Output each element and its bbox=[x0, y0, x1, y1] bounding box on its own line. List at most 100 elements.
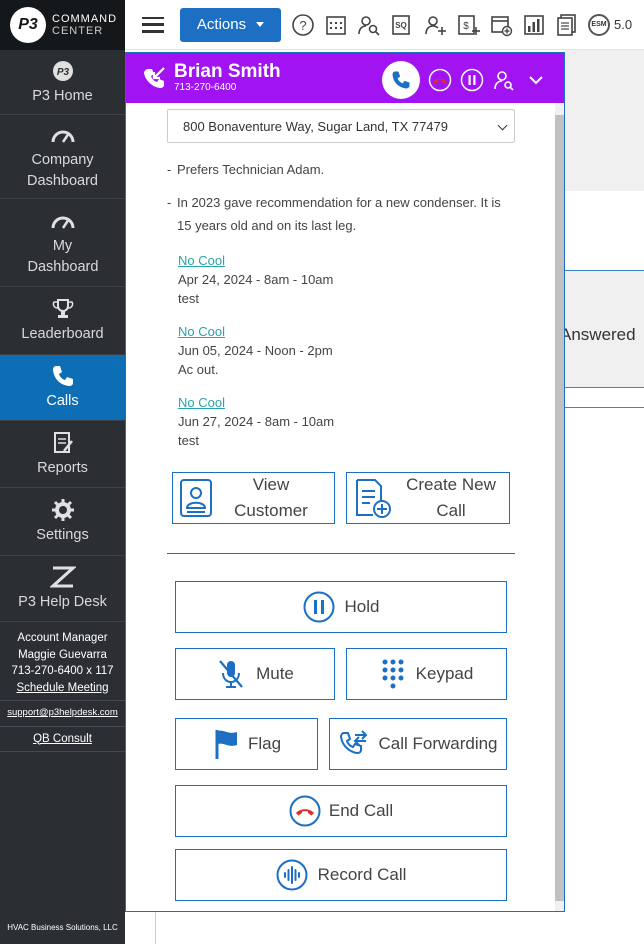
sidebar-item-label: P3 Home bbox=[32, 87, 93, 104]
customer-card-icon bbox=[180, 479, 212, 517]
divider bbox=[0, 725, 125, 727]
audio-wave-icon bbox=[276, 859, 308, 891]
sidebar-item-p3-help-desk[interactable]: P3 Help Desk bbox=[0, 556, 125, 622]
pause-button[interactable] bbox=[460, 68, 484, 92]
account-title: Account Manager bbox=[17, 632, 108, 644]
phone-icon bbox=[392, 71, 410, 89]
end-call-button[interactable]: End Call bbox=[175, 785, 507, 837]
zendesk-icon bbox=[49, 566, 76, 588]
menu-icon[interactable] bbox=[142, 16, 164, 33]
add-invoice-icon[interactable]: $ bbox=[456, 13, 480, 37]
hangup-icon bbox=[289, 795, 321, 827]
topbar: Actions ? SQ $ ESM 5.0 bbox=[125, 0, 644, 50]
support-email-link[interactable]: support@p3helpdesk.com bbox=[0, 705, 125, 722]
logo[interactable]: P3 COMMAND CENTER bbox=[0, 0, 125, 50]
sidebar-item-label: Settings bbox=[36, 527, 89, 543]
view-customer-label: View Customer bbox=[234, 475, 308, 520]
create-new-call-label: Create New Call bbox=[406, 475, 496, 520]
job-history-item: No Cool Apr 24, 2024 - 8am - 10am test bbox=[178, 251, 333, 308]
background-panel bbox=[565, 50, 644, 191]
scrollbar-thumb[interactable] bbox=[555, 115, 564, 901]
answered-label: Answered bbox=[565, 325, 636, 344]
logo-badge: P3 bbox=[10, 7, 46, 43]
job-type-link[interactable]: No Cool bbox=[178, 322, 333, 341]
sidebar-item-leaderboard[interactable]: Leaderboard bbox=[0, 287, 125, 355]
logo-text: COMMAND CENTER bbox=[52, 13, 117, 37]
sidebar-item-label: My Dashboard bbox=[27, 237, 99, 275]
incoming-call-icon bbox=[144, 67, 165, 88]
divider bbox=[0, 751, 125, 752]
user-search-icon[interactable] bbox=[357, 13, 381, 37]
trophy-icon bbox=[52, 299, 73, 318]
note-item: - In 2023 gave recommendation for a new c… bbox=[167, 191, 517, 237]
documents-icon[interactable] bbox=[555, 13, 579, 37]
report-icon bbox=[53, 431, 73, 453]
svg-text:$: $ bbox=[463, 21, 469, 32]
new-call-document-icon bbox=[356, 479, 391, 518]
calendar-icon[interactable] bbox=[324, 13, 348, 37]
sidebar-item-settings[interactable]: Settings bbox=[0, 488, 125, 556]
qb-consult-link[interactable]: QB Consult bbox=[0, 731, 125, 748]
chevron-down-icon[interactable] bbox=[524, 68, 548, 92]
add-user-icon[interactable] bbox=[423, 13, 447, 37]
address-select[interactable]: 800 Bonaventure Way, Sugar Land, TX 7747… bbox=[167, 109, 515, 143]
call-forwarding-label: Call Forwarding bbox=[378, 734, 498, 753]
logo-line2: CENTER bbox=[52, 25, 104, 37]
answer-call-button[interactable] bbox=[382, 61, 420, 99]
sidebar-item-my-dashboard[interactable]: My Dashboard bbox=[0, 199, 125, 287]
create-new-call-button[interactable]: Create New Call bbox=[346, 472, 510, 524]
job-type-link[interactable]: No Cool bbox=[178, 393, 334, 412]
job-history-item: No Cool Jun 05, 2024 - Noon - 2pm Ac out… bbox=[178, 322, 333, 379]
job-desc: Ac out. bbox=[178, 362, 219, 377]
sidebar-item-label: Reports bbox=[37, 459, 88, 476]
call-panel: Brian Smith 713-270-6400 800 Bonaventure… bbox=[125, 52, 565, 912]
end-call-label: End Call bbox=[328, 801, 394, 820]
caller-name: Brian Smith bbox=[174, 61, 281, 82]
job-type-link[interactable]: No Cool bbox=[178, 251, 333, 270]
job-date: Jun 27, 2024 - 8am - 10am bbox=[178, 414, 335, 429]
actions-label: Actions bbox=[196, 16, 247, 33]
sidebar-item-p3-home[interactable]: P3 P3 Home bbox=[0, 50, 125, 115]
gear-icon bbox=[51, 499, 74, 521]
chevron-down-icon bbox=[497, 120, 508, 131]
p3-logo-icon: P3 bbox=[52, 60, 73, 81]
keypad-icon bbox=[382, 659, 404, 689]
view-customer-button[interactable]: View Customer bbox=[172, 472, 335, 524]
note-text: Prefers Technician Adam. bbox=[177, 162, 325, 177]
mic-off-icon bbox=[219, 660, 243, 688]
logo-line1: COMMAND bbox=[52, 13, 118, 25]
user-search-icon[interactable] bbox=[492, 68, 516, 92]
job-desc: test bbox=[178, 433, 199, 448]
record-call-button[interactable]: Record Call bbox=[175, 849, 507, 901]
sidebar-item-calls[interactable]: Calls bbox=[0, 355, 125, 421]
call-forward-icon bbox=[340, 730, 368, 755]
sidebar-item-reports[interactable]: Reports bbox=[0, 421, 125, 488]
pause-icon bbox=[303, 591, 335, 623]
address-value: 800 Bonaventure Way, Sugar Land, TX 7747… bbox=[183, 118, 448, 134]
svg-text:?: ? bbox=[299, 18, 306, 33]
flag-icon bbox=[215, 730, 237, 759]
sidebar-item-label: P3 Help Desk bbox=[18, 594, 107, 610]
search-quote-icon[interactable]: SQ bbox=[390, 13, 414, 37]
sidebar-item-label: Leaderboard bbox=[21, 326, 104, 342]
hold-button[interactable]: Hold bbox=[175, 581, 507, 633]
svg-text:P3: P3 bbox=[56, 67, 69, 78]
mute-button[interactable]: Mute bbox=[175, 648, 335, 700]
background-footer bbox=[155, 911, 644, 944]
job-date: Apr 24, 2024 - 8am - 10am bbox=[178, 272, 334, 287]
bar-chart-icon[interactable] bbox=[522, 13, 546, 37]
add-appointment-icon[interactable] bbox=[489, 13, 513, 37]
sidebar-item-company-dashboard[interactable]: Company Dashboard bbox=[0, 115, 125, 199]
schedule-meeting-link[interactable]: Schedule Meeting bbox=[0, 680, 125, 697]
help-icon[interactable]: ? bbox=[291, 13, 315, 37]
keypad-button[interactable]: Keypad bbox=[346, 648, 507, 700]
note-text: In 2023 gave recommendation for a new co… bbox=[177, 195, 501, 233]
gauge-icon bbox=[51, 130, 74, 143]
flag-button[interactable]: Flag bbox=[175, 718, 318, 770]
hangup-button[interactable] bbox=[428, 68, 452, 92]
record-call-label: Record Call bbox=[317, 865, 407, 884]
esm-badge[interactable]: ESM bbox=[588, 13, 610, 36]
actions-button[interactable]: Actions bbox=[180, 7, 281, 42]
flag-label: Flag bbox=[247, 734, 282, 753]
call-forwarding-button[interactable]: Call Forwarding bbox=[329, 718, 507, 770]
